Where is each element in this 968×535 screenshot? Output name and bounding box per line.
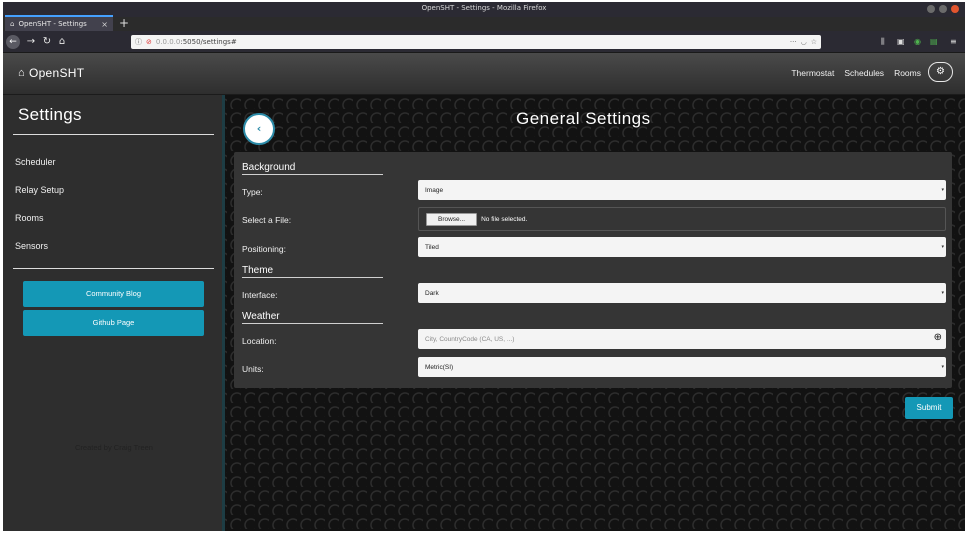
chevron-left-icon: ‹ <box>256 122 262 135</box>
page-title: General Settings <box>516 109 651 128</box>
chevron-down-icon: ▾ <box>941 244 944 250</box>
file-input[interactable]: Browse... No file selected. <box>418 207 946 231</box>
interface-value: Dark <box>425 289 439 297</box>
home-icon: ⌂ <box>10 20 15 28</box>
url-path: :5050/settings# <box>180 38 237 46</box>
settings-form: Background Type: Image ▾ Select a File: … <box>234 152 952 388</box>
sidebar-item-scheduler[interactable]: Scheduler <box>15 157 56 167</box>
home-icon: ⌂ <box>18 67 25 79</box>
units-select[interactable]: Metric(SI) ▾ <box>418 357 946 377</box>
browser-window: OpenSHT - Settings - Mozilla Firefox ⌂ O… <box>3 2 965 531</box>
search-icon[interactable]: ⊕ <box>934 332 942 343</box>
brand-name: OpenSHT <box>28 66 85 80</box>
community-blog-button[interactable]: Community Blog <box>23 281 204 307</box>
credit-text: Created by Craig Treen <box>75 443 153 452</box>
positioning-select[interactable]: Tiled ▾ <box>418 237 946 257</box>
type-select[interactable]: Image ▾ <box>418 180 946 200</box>
maximize-button[interactable] <box>939 5 947 13</box>
location-label: Location: <box>242 336 277 346</box>
gears-icon: ⚙ <box>936 66 945 77</box>
sidebar-title: Settings <box>18 105 82 124</box>
browse-button[interactable]: Browse... <box>426 212 478 226</box>
pocket-icon[interactable]: ◡ <box>801 38 807 46</box>
nav-rooms[interactable]: Rooms <box>894 68 921 78</box>
section-theme: Theme <box>242 265 383 278</box>
github-page-button[interactable]: Github Page <box>23 310 204 336</box>
back-button[interactable]: ‹ <box>243 113 275 145</box>
top-nav: Thermostat Schedules Rooms <box>791 68 921 78</box>
sidebar-toggle-icon[interactable]: ▣ <box>897 37 905 46</box>
window-title: OpenSHT - Settings - Mozilla Firefox <box>421 4 547 12</box>
interface-select[interactable]: Dark ▾ <box>418 283 946 303</box>
app-viewport: ⌂ OpenSHT Thermostat Schedules Rooms ⚙ S… <box>3 53 965 531</box>
settings-gear-button[interactable]: ⚙ <box>928 62 953 82</box>
positioning-label: Positioning: <box>242 244 286 254</box>
interface-label: Interface: <box>242 290 278 300</box>
section-weather: Weather <box>242 311 383 324</box>
url-bar[interactable]: ⓘ ⊘ 0.0.0.0:5050/settings# ··· ◡ ☆ <box>131 35 821 49</box>
file-label: Select a File: <box>242 215 292 225</box>
type-label: Type: <box>242 187 263 197</box>
browser-navbar: ← → ↻ ⌂ ⓘ ⊘ 0.0.0.0:5050/settings# ··· ◡… <box>3 31 965 53</box>
divider <box>13 134 214 135</box>
divider <box>13 268 214 269</box>
url-text[interactable]: 0.0.0.0:5050/settings# <box>156 38 786 46</box>
section-background: Background <box>242 162 383 175</box>
insecure-lock-icon: ⊘ <box>146 38 152 46</box>
brand-link[interactable]: ⌂ OpenSHT <box>18 66 84 80</box>
positioning-value: Tiled <box>425 243 439 251</box>
extension2-icon[interactable]: ▤ <box>930 37 938 46</box>
close-tab-icon[interactable]: × <box>101 20 108 29</box>
menu-icon[interactable]: ≡ <box>950 37 957 46</box>
submit-button[interactable]: Submit <box>905 397 953 419</box>
reload-icon[interactable]: ↻ <box>40 35 54 49</box>
settings-sidebar: Settings Scheduler Relay Setup Rooms Sen… <box>3 95 225 531</box>
url-host: 0.0.0.0 <box>155 38 181 46</box>
chevron-down-icon: ▾ <box>941 364 944 370</box>
extension-icon[interactable]: ◉ <box>914 37 921 46</box>
nav-thermostat[interactable]: Thermostat <box>791 68 834 78</box>
browser-back-button[interactable]: ← <box>6 35 20 49</box>
tab-title: OpenSHT - Settings <box>18 20 87 28</box>
chevron-down-icon: ▾ <box>941 290 944 296</box>
forward-icon[interactable]: → <box>24 35 38 49</box>
location-input[interactable]: City, CountryCode (CA, US, ...) ⊕ <box>418 329 946 349</box>
window-titlebar: OpenSHT - Settings - Mozilla Firefox <box>3 2 965 17</box>
window-controls <box>927 5 959 13</box>
sidebar-item-rooms[interactable]: Rooms <box>15 213 44 223</box>
location-placeholder: City, CountryCode (CA, US, ...) <box>425 335 515 343</box>
browser-tab[interactable]: ⌂ OpenSHT - Settings × <box>5 15 113 31</box>
app-navbar: ⌂ OpenSHT Thermostat Schedules Rooms ⚙ <box>3 53 965 95</box>
type-value: Image <box>425 186 444 194</box>
units-label: Units: <box>242 364 264 374</box>
units-value: Metric(SI) <box>425 363 454 371</box>
close-window-button[interactable] <box>951 5 959 13</box>
chevron-down-icon: ▾ <box>941 187 944 193</box>
info-icon[interactable]: ⓘ <box>135 37 142 47</box>
library-icon[interactable]: ⫼ <box>881 37 885 47</box>
sidebar-item-relay-setup[interactable]: Relay Setup <box>15 185 64 195</box>
file-status: No file selected. <box>481 215 528 223</box>
minimize-button[interactable] <box>927 5 935 13</box>
more-actions-icon[interactable]: ··· <box>790 38 797 46</box>
bookmark-star-icon[interactable]: ☆ <box>811 38 817 46</box>
new-tab-button[interactable]: + <box>119 15 129 31</box>
sidebar-item-sensors[interactable]: Sensors <box>15 241 48 251</box>
home-icon[interactable]: ⌂ <box>55 35 69 49</box>
nav-schedules[interactable]: Schedules <box>844 68 884 78</box>
